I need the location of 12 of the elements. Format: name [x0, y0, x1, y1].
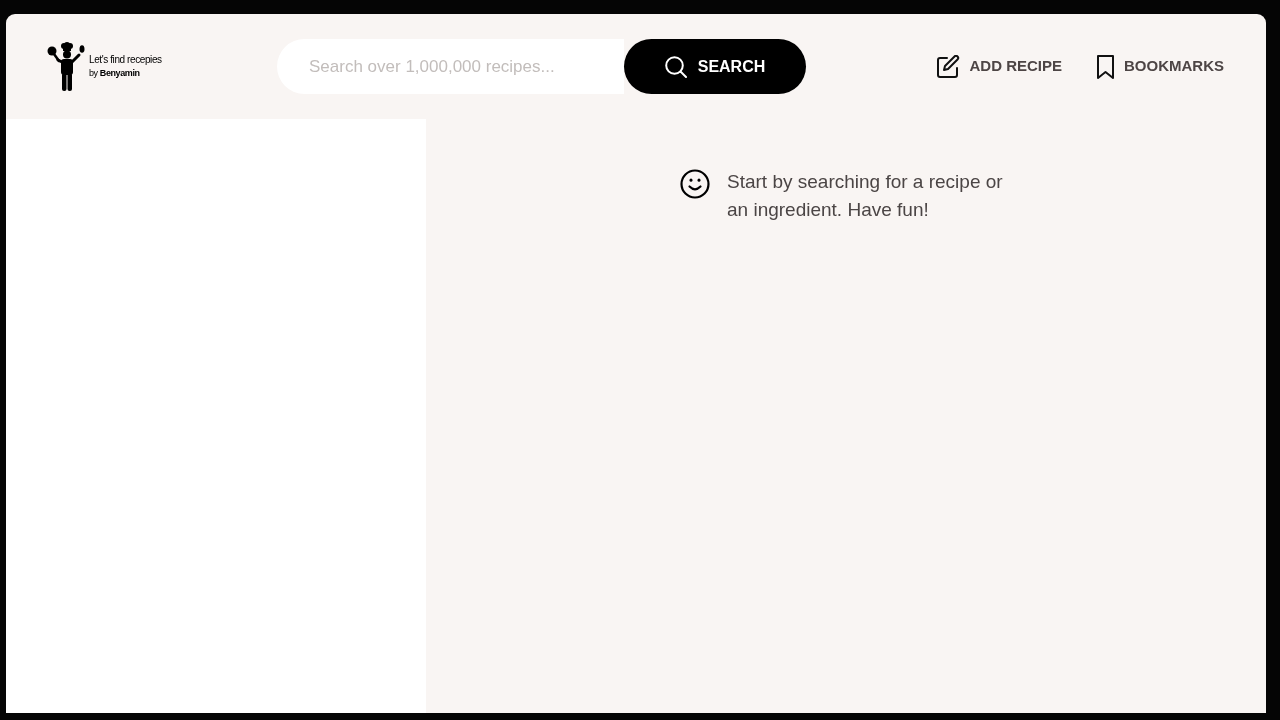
smiley-icon [680, 169, 710, 199]
search-icon [664, 55, 687, 78]
start-message: Start by searching for a recipe or an ingredient. Have fun! [727, 170, 1004, 222]
add-recipe-button[interactable]: ADD RECIPE [936, 54, 1062, 79]
bookmark-icon [1096, 54, 1115, 79]
chef-icon [47, 42, 87, 91]
bookmarks-button[interactable]: BOOKMARKS [1096, 54, 1224, 79]
search-field[interactable]: Search over 1,000,000 recipes... [277, 39, 624, 94]
search-button[interactable]: SEARCH [624, 39, 806, 94]
logo-byline: by Benyamin [89, 69, 141, 78]
logo-tagline: Let's find recepies [89, 55, 162, 65]
edit-icon [936, 54, 961, 79]
